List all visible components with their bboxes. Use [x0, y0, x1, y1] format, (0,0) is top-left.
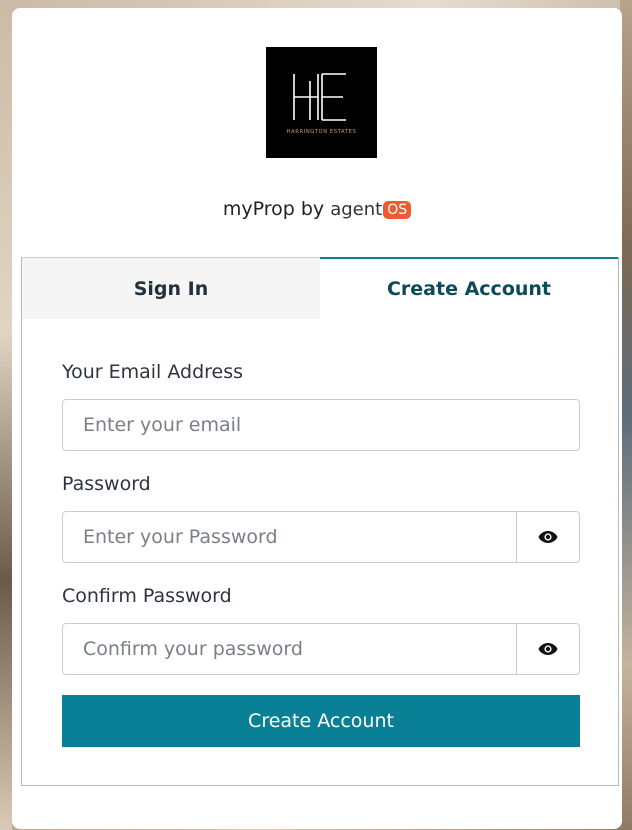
os-badge: OS: [383, 201, 412, 219]
confirm-password-field[interactable]: [63, 624, 516, 674]
confirm-password-field-wrapper: [62, 623, 580, 675]
auth-panel: Sign In Create Account Your Email Addres…: [21, 257, 619, 786]
tab-sign-in[interactable]: Sign In: [22, 257, 320, 319]
background-left: [0, 0, 12, 830]
password-field-wrapper: [62, 511, 580, 563]
harrington-estates-logo: HARRINGTON ESTATES: [266, 47, 377, 158]
tab-create-account[interactable]: Create Account: [320, 257, 618, 319]
eye-icon: [538, 531, 558, 543]
logo-text: HARRINGTON ESTATES: [287, 129, 357, 135]
eye-icon: [538, 643, 558, 655]
email-label: Your Email Address: [62, 361, 244, 383]
show-password-button[interactable]: [516, 512, 579, 562]
password-label: Password: [62, 473, 151, 495]
create-account-button[interactable]: Create Account: [62, 695, 580, 747]
auth-card: HARRINGTON ESTATES myProp by agent OS Sig…: [12, 8, 622, 829]
logo-mark: HARRINGTON ESTATES: [287, 73, 357, 135]
tagline-prefix: myProp by: [222, 198, 325, 220]
tab-bar: Sign In Create Account: [22, 257, 618, 319]
agent-word: agent: [330, 199, 383, 220]
brand-tagline: myProp by agent OS: [12, 198, 622, 220]
confirm-password-label: Confirm Password: [62, 585, 232, 607]
password-field[interactable]: [63, 512, 516, 562]
show-confirm-password-button[interactable]: [516, 624, 579, 674]
email-field[interactable]: [63, 400, 579, 450]
email-field-wrapper: [62, 399, 580, 451]
